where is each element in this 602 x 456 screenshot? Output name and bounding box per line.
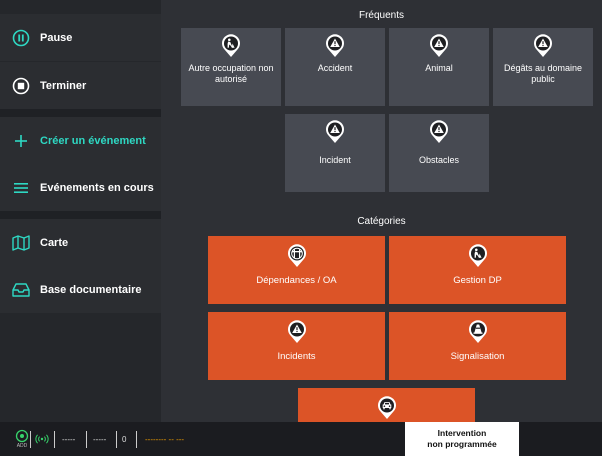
- roadwork-pin-icon: [468, 244, 487, 267]
- status-divider: [30, 431, 31, 448]
- map-label: Carte: [40, 236, 69, 249]
- status-field-1: -----: [62, 434, 76, 444]
- tile-autre-occupation[interactable]: Autre occupation non autorisé: [181, 28, 281, 106]
- tile-label: Incident: [319, 155, 351, 165]
- terminate-label: Terminer: [40, 79, 87, 92]
- unplanned-intervention-button[interactable]: Intervention non programmée: [405, 422, 519, 456]
- pause-label: Pause: [40, 31, 73, 44]
- category-dependances-oa[interactable]: Dépendances / OA: [208, 236, 385, 304]
- status-divider: [86, 431, 87, 448]
- category-label: Incidents: [277, 351, 316, 362]
- status-time: -------- -- ---: [145, 434, 185, 444]
- stop-circle-icon: [11, 76, 31, 96]
- plus-icon: [11, 131, 31, 151]
- current-events-label: Evénements en cours: [40, 181, 154, 194]
- tile-obstacles[interactable]: Obstacles: [389, 114, 489, 192]
- frequents-title: Fréquents: [358, 10, 405, 21]
- warning-pin-icon: [326, 34, 344, 57]
- tile-label: Autre occupation non autorisé: [188, 63, 274, 84]
- document-base-button[interactable]: Base documentaire: [0, 266, 161, 313]
- category-vehicule[interactable]: [298, 388, 475, 422]
- gps-target-icon: [15, 429, 29, 443]
- category-signalisation[interactable]: Signalisation: [389, 312, 566, 380]
- status-divider: [54, 431, 55, 448]
- list-icon: [11, 178, 31, 198]
- warning-pin-icon: [287, 320, 306, 343]
- categories-title: Catégories: [357, 216, 406, 227]
- pause-circle-icon: [11, 28, 31, 48]
- create-event-label: Créer un événement: [40, 134, 146, 147]
- intervention-line-2: non programmée: [427, 439, 497, 449]
- status-field-2: -----: [93, 434, 107, 444]
- category-incidents[interactable]: Incidents: [208, 312, 385, 380]
- car-pin-icon: [377, 396, 396, 419]
- sidebar: Pause Terminer Créer un événement Evénem…: [0, 0, 161, 422]
- map-button[interactable]: Carte: [0, 219, 161, 266]
- map-icon: [11, 233, 31, 253]
- tile-animal[interactable]: Animal: [389, 28, 489, 106]
- tile-label: Obstacles: [418, 155, 460, 165]
- signal-status: [35, 422, 49, 456]
- cone-pin-icon: [468, 320, 487, 343]
- signal-icon: [35, 434, 49, 444]
- warning-pin-icon: [326, 120, 344, 143]
- event-type-panel: Fréquents Autre occupation non autorisé …: [161, 0, 602, 422]
- gps-label: ADD: [16, 443, 28, 449]
- crossing-pin-icon: [287, 244, 306, 267]
- status-divider: [136, 431, 137, 448]
- status-count: 0: [122, 434, 127, 444]
- tile-degats-domaine-public[interactable]: Dégâts au domaine public: [493, 28, 593, 106]
- tile-label: Dégâts au domaine public: [503, 63, 583, 84]
- create-event-button[interactable]: Créer un événement: [0, 117, 161, 164]
- warning-pin-icon: [430, 34, 448, 57]
- warning-pin-icon: [430, 120, 448, 143]
- intervention-line-1: Intervention: [437, 428, 487, 438]
- sidebar-divider: [0, 211, 161, 219]
- category-label: Gestion DP: [453, 275, 502, 286]
- tile-label: Accident: [317, 63, 353, 73]
- category-label: Signalisation: [450, 351, 505, 362]
- sidebar-divider: [0, 109, 161, 117]
- category-gestion-dp[interactable]: Gestion DP: [389, 236, 566, 304]
- pause-button[interactable]: Pause: [0, 14, 161, 61]
- tile-accident[interactable]: Accident: [285, 28, 385, 106]
- current-events-button[interactable]: Evénements en cours: [0, 164, 161, 211]
- inbox-tray-icon: [11, 280, 31, 300]
- category-label: Dépendances / OA: [256, 275, 337, 286]
- terminate-button[interactable]: Terminer: [0, 62, 161, 109]
- roadwork-pin-icon: [222, 34, 240, 57]
- tile-label: Animal: [425, 63, 453, 73]
- document-base-label: Base documentaire: [40, 283, 142, 296]
- status-divider: [116, 431, 117, 448]
- tile-incident[interactable]: Incident: [285, 114, 385, 192]
- warning-pin-icon: [534, 34, 552, 57]
